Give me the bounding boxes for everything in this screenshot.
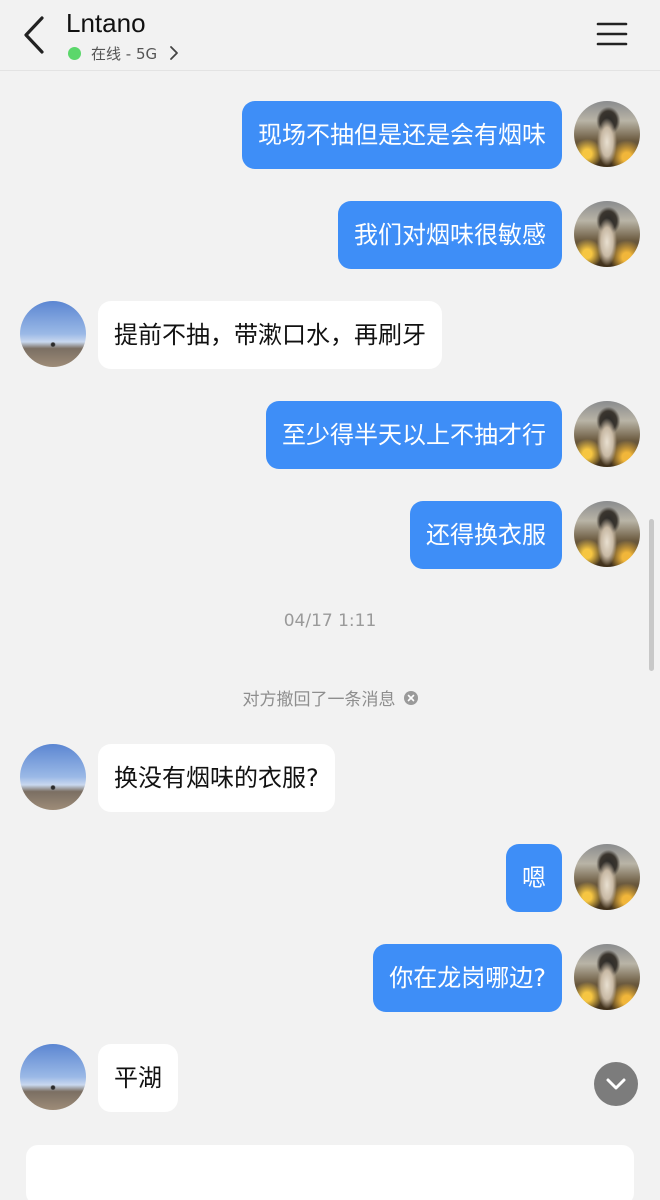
scroll-to-bottom-button[interactable]	[594, 1062, 638, 1106]
chevron-left-icon	[24, 16, 44, 54]
chevron-right-icon	[170, 46, 179, 60]
message-row-outgoing: 现场不抽但是还是会有烟味	[0, 101, 660, 169]
self-avatar[interactable]	[574, 401, 640, 467]
back-button[interactable]	[18, 14, 52, 56]
message-bubble-incoming[interactable]: 平湖	[98, 1044, 178, 1112]
self-avatar[interactable]	[574, 201, 640, 267]
message-row-outgoing: 至少得半天以上不抽才行	[0, 401, 660, 469]
chat-header: Lntano 在线 - 5G	[0, 0, 660, 71]
message-list[interactable]: 现场不抽但是还是会有烟味 我们对烟味很敏感 提前不抽，带漱口水，再刷牙 至少得半…	[0, 71, 660, 1131]
message-row-incoming: 提前不抽，带漱口水，再刷牙	[0, 301, 660, 369]
recall-notice-text: 对方撤回了一条消息	[242, 690, 396, 710]
message-bubble-outgoing[interactable]: 你在龙岗哪边?	[373, 944, 562, 1012]
message-bubble-outgoing[interactable]: 嗯	[506, 844, 562, 912]
message-row-incoming: 换没有烟味的衣服?	[0, 744, 660, 812]
input-bar	[0, 1131, 660, 1200]
chevron-down-icon	[606, 1078, 626, 1090]
self-avatar[interactable]	[574, 844, 640, 910]
online-status-dot	[68, 46, 81, 60]
recall-notice: 对方撤回了一条消息	[0, 685, 660, 710]
message-row-outgoing: 还得换衣服	[0, 501, 660, 569]
menu-button[interactable]	[596, 20, 628, 48]
message-row-outgoing: 你在龙岗哪边?	[0, 944, 660, 1012]
chat-screen: Lntano 在线 - 5G 现场不抽但是还是会有烟味 我们对烟味很敏感 提前不…	[0, 0, 660, 1200]
message-row-outgoing: 我们对烟味很敏感	[0, 201, 660, 269]
self-avatar[interactable]	[574, 944, 640, 1010]
message-bubble-outgoing[interactable]: 我们对烟味很敏感	[338, 201, 562, 269]
contact-avatar[interactable]	[20, 744, 86, 810]
contact-status[interactable]: 在线 - 5G	[68, 42, 179, 64]
self-avatar[interactable]	[574, 101, 640, 167]
contact-avatar[interactable]	[20, 1044, 86, 1110]
message-row-outgoing: 嗯	[0, 844, 660, 912]
status-text: 在线 - 5G	[91, 44, 158, 63]
self-avatar[interactable]	[574, 501, 640, 567]
message-bubble-outgoing[interactable]: 现场不抽但是还是会有烟味	[242, 101, 562, 169]
contact-name[interactable]: Lntano	[66, 8, 146, 39]
message-row-incoming: 平湖	[0, 1044, 660, 1112]
message-timestamp: 04/17 1:11	[283, 611, 377, 631]
contact-avatar[interactable]	[20, 301, 86, 367]
message-bubble-outgoing[interactable]: 至少得半天以上不抽才行	[266, 401, 562, 469]
close-circle-icon[interactable]	[403, 690, 418, 705]
message-bubble-incoming[interactable]: 换没有烟味的衣服?	[98, 744, 335, 812]
scrollbar[interactable]	[649, 519, 654, 671]
message-bubble-outgoing[interactable]: 还得换衣服	[410, 501, 562, 569]
message-input[interactable]	[26, 1145, 634, 1200]
hamburger-menu-icon	[596, 22, 628, 46]
message-bubble-incoming[interactable]: 提前不抽，带漱口水，再刷牙	[98, 301, 442, 369]
